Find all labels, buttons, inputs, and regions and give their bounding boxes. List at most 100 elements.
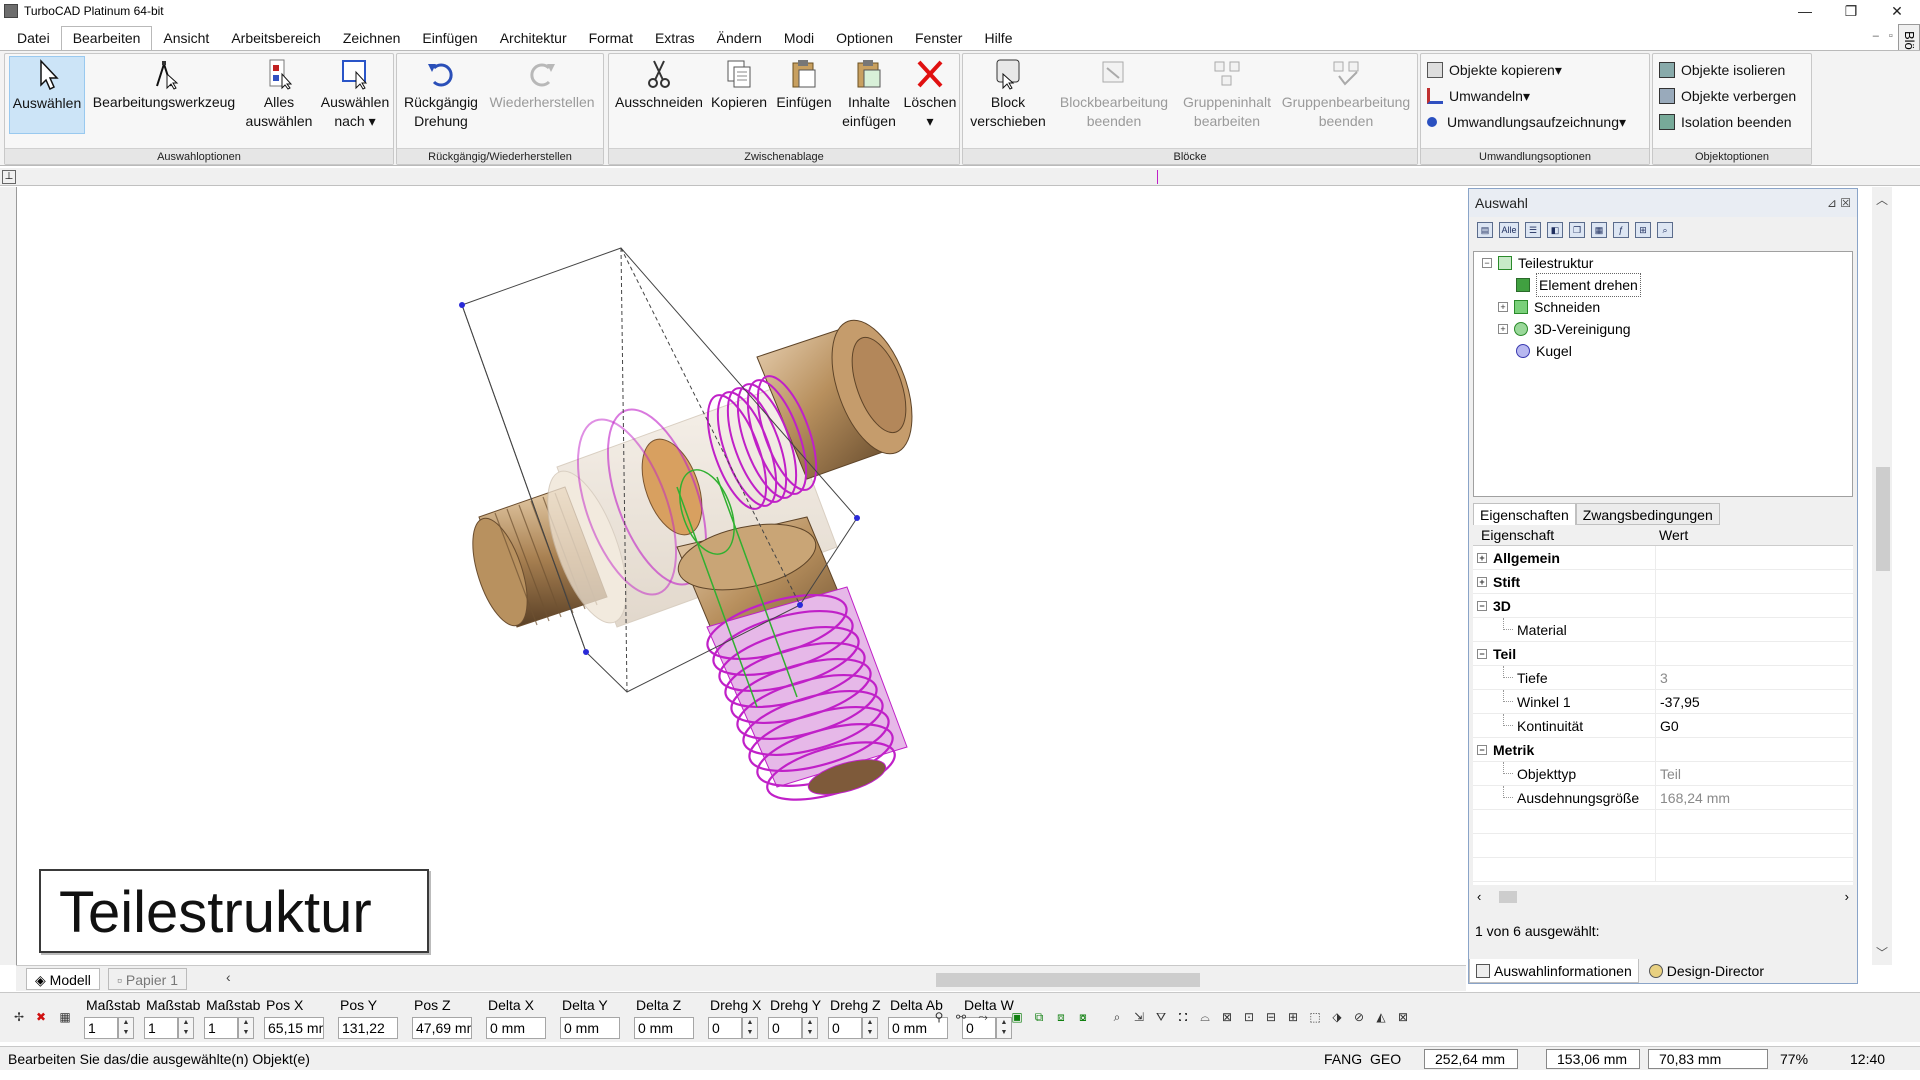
property-row[interactable]: Material [1473, 618, 1853, 642]
menu-hilfe[interactable]: Hilfe [973, 26, 1023, 50]
loeschen-button[interactable]: Löschen ▾ [903, 56, 957, 134]
table-icon[interactable]: ▦ [1591, 222, 1607, 238]
mdi-minimize-button[interactable]: – [1873, 30, 1879, 43]
collapse-icon[interactable]: − [1482, 258, 1492, 268]
spinner-icon[interactable]: ▲ ▼ [118, 1017, 134, 1039]
tree-node-kugel[interactable]: Kugel [1516, 340, 1572, 362]
snap-d-icon[interactable]: ⧉ [1030, 1008, 1048, 1026]
block-verschieben-button[interactable]: Block verschieben [967, 56, 1049, 134]
tab-papier-1[interactable]: ▫ Papier 1 [108, 968, 188, 990]
tree-node-3d-vereinigung[interactable]: + 3D-Vereinigung [1498, 318, 1631, 340]
filter-icon[interactable]: ▤ [1477, 222, 1493, 238]
property-horizontal-scrollbar[interactable]: ‹ › [1473, 889, 1853, 905]
input-field[interactable]: 0 [768, 1017, 802, 1039]
snap-f-icon[interactable]: ⧇ [1074, 1008, 1092, 1026]
pin-icon[interactable]: ⊿ [1827, 196, 1840, 210]
input-field[interactable]: 0 mm [634, 1017, 694, 1039]
property-row[interactable]: Winkel 1 -37,95 [1473, 690, 1853, 714]
snap-l-icon[interactable]: ⊠ [1218, 1008, 1236, 1026]
menu-zeichnen[interactable]: Zeichnen [332, 26, 412, 50]
property-value[interactable]: -37,95 [1655, 690, 1853, 714]
property-value[interactable]: Teil [1655, 762, 1853, 786]
snap-n-icon[interactable]: ⊟ [1262, 1008, 1280, 1026]
spinner-icon[interactable]: ▲ ▼ [742, 1017, 758, 1039]
snap-q-icon[interactable]: ⬗ [1328, 1008, 1346, 1026]
redo-button[interactable]: Wiederherstellen [483, 56, 601, 134]
input-field[interactable]: 0 [828, 1017, 862, 1039]
zoom-level[interactable]: 77% [1780, 1047, 1808, 1071]
scroll-left-icon[interactable]: ‹ [1477, 889, 1481, 904]
gruppenbearbeitung-beenden-button[interactable]: Gruppenbearbeitung beenden [1277, 56, 1415, 134]
menu-format[interactable]: Format [578, 26, 644, 50]
input-field[interactable]: 0 mm [486, 1017, 546, 1039]
menu-ansicht[interactable]: Ansicht [152, 26, 220, 50]
expand-icon[interactable]: + [1477, 553, 1487, 563]
search-icon[interactable]: ⌕ [1657, 222, 1673, 238]
pick-tool-icon[interactable]: ✢ [10, 1008, 28, 1026]
input-field[interactable]: 0 [708, 1017, 742, 1039]
spinner-icon[interactable]: ▲ ▼ [178, 1017, 194, 1039]
snap-r-icon[interactable]: ⊘ [1350, 1008, 1368, 1026]
menu-arbeitsbereich[interactable]: Arbeitsbereich [220, 26, 332, 50]
menu-aendern[interactable]: Ändern [706, 26, 773, 50]
input-field[interactable]: 1 [204, 1017, 238, 1039]
menu-architektur[interactable]: Architektur [489, 26, 578, 50]
menu-einfuegen[interactable]: Einfügen [411, 26, 488, 50]
expand-icon[interactable]: + [1477, 577, 1487, 587]
close-button[interactable]: ✕ [1874, 0, 1920, 22]
scroll-thumb[interactable] [1499, 891, 1517, 903]
horizontal-scroll-thumb[interactable] [936, 973, 1200, 987]
property-row[interactable]: − Metrik [1473, 738, 1853, 762]
scroll-left-icon[interactable]: ‹ [226, 969, 231, 985]
property-row[interactable]: −3D [1473, 594, 1853, 618]
umwandeln-button[interactable]: Umwandeln ▾ [1427, 84, 1530, 108]
tree-node-schneiden[interactable]: + Schneiden [1498, 296, 1600, 318]
canvas-vertical-scrollbar[interactable]: ︿ ﹀ [1872, 187, 1892, 965]
geo-toggle[interactable]: GEO [1370, 1047, 1401, 1071]
snap-t-icon[interactable]: ⊠ [1394, 1008, 1412, 1026]
objekte-kopieren-button[interactable]: Objekte kopieren ▾ [1427, 58, 1562, 82]
fang-toggle[interactable]: FANG [1324, 1047, 1362, 1071]
bearbeitungswerkzeug-button[interactable]: Bearbeitungswerkzeug [87, 56, 241, 134]
snap-e-icon[interactable]: ⧈ [1052, 1008, 1070, 1026]
tree-node-element-drehen[interactable]: Element drehen [1516, 273, 1641, 297]
input-field[interactable]: 131,22 [338, 1017, 398, 1039]
umwandlungsaufzeichnung-button[interactable]: Umwandlungsaufzeichnung ▾ [1427, 110, 1626, 134]
property-row[interactable]: Ausdehnungsgröße 168,24 mm [1473, 786, 1853, 810]
input-field[interactable]: 65,15 mm [264, 1017, 324, 1039]
property-row[interactable]: Objekttyp Teil [1473, 762, 1853, 786]
snap-m-icon[interactable]: ⊡ [1240, 1008, 1258, 1026]
snap-k-icon[interactable]: ⌓ [1196, 1008, 1214, 1026]
snap-o-icon[interactable]: ⊞ [1284, 1008, 1302, 1026]
property-value[interactable]: 168,24 mm [1655, 786, 1853, 810]
input-field[interactable]: 0 mm [560, 1017, 620, 1039]
menu-fenster[interactable]: Fenster [904, 26, 973, 50]
inhalte-einfuegen-button[interactable]: Inhalte einfügen [837, 56, 901, 134]
table-icon[interactable]: ▦ [56, 1008, 74, 1026]
input-field[interactable]: 1 [144, 1017, 178, 1039]
menu-extras[interactable]: Extras [644, 26, 706, 50]
scroll-down-icon[interactable]: ﹀ [1876, 944, 1888, 961]
snap-c-icon[interactable]: ⤳ [974, 1008, 992, 1026]
expand-icon[interactable]: + [1498, 302, 1508, 312]
blockbearbeitung-beenden-button[interactable]: Blockbearbeitung beenden [1051, 56, 1177, 134]
parts-icon[interactable]: ◧ [1547, 222, 1563, 238]
spinner-icon[interactable]: ▲ ▼ [802, 1017, 818, 1039]
property-row[interactable]: + Stift [1473, 570, 1853, 594]
drawing-canvas[interactable]: Teilestruktur [16, 187, 1466, 965]
menu-bearbeiten[interactable]: Bearbeiten [60, 26, 153, 50]
ausschneiden-button[interactable]: Ausschneiden [613, 56, 705, 134]
property-row[interactable]: − Teil [1473, 642, 1853, 666]
mdi-restore-button[interactable]: ▫ [1889, 30, 1893, 43]
snap-b-icon[interactable]: ⚯ [952, 1008, 970, 1026]
property-row[interactable]: + Allgemein [1473, 546, 1853, 570]
scroll-up-icon[interactable]: ︿ [1876, 191, 1888, 208]
tab-zwangsbedingungen[interactable]: Zwangsbedingungen [1575, 503, 1720, 525]
property-value[interactable]: 3 [1655, 666, 1853, 690]
input-field[interactable]: 1 [84, 1017, 118, 1039]
snap-a-icon[interactable]: ⚲ [930, 1008, 948, 1026]
menu-optionen[interactable]: Optionen [825, 26, 904, 50]
grid-icon[interactable]: ⊞ [1635, 222, 1651, 238]
isolation-beenden-button[interactable]: Isolation beenden [1659, 110, 1792, 134]
collapse-icon[interactable]: − [1477, 601, 1487, 611]
